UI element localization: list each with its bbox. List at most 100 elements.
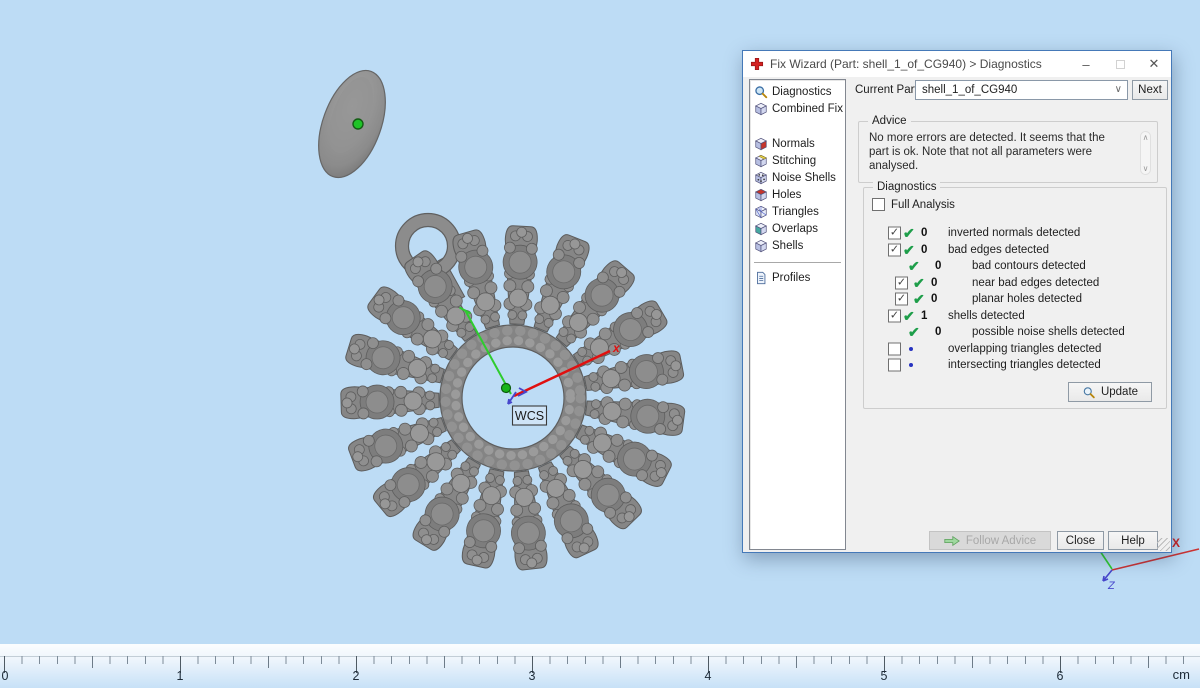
row-count: 0	[921, 227, 928, 240]
row-checkbox[interactable]: ✓	[895, 276, 908, 290]
cube-shells-icon	[754, 239, 768, 252]
sidebar-item-stitching[interactable]: Stitching	[754, 152, 845, 169]
sidebar-item-noise-shells[interactable]: Noise Shells	[754, 169, 845, 186]
sidebar-item-diagnostics[interactable]: Diagnostics	[754, 83, 845, 100]
row-label: bad contours detected	[972, 260, 1086, 273]
sidebar-label: Triangles	[772, 205, 819, 218]
row-count: 0	[935, 260, 942, 273]
blue-dot-icon	[909, 346, 913, 351]
scroll-up-icon[interactable]: ∧	[1143, 133, 1149, 142]
diagnostics-title: Diagnostics	[873, 181, 941, 193]
sidebar-item-triangles[interactable]: Triangles	[754, 203, 845, 220]
sidebar-item-overlaps[interactable]: Overlaps	[754, 220, 845, 237]
sidebar-separator	[754, 262, 841, 263]
green-check-icon: ✔	[903, 241, 915, 258]
row-label: overlapping triangles detected	[948, 342, 1102, 355]
follow-advice-button: Follow Advice	[929, 531, 1051, 550]
row-checkbox[interactable]: ✓	[888, 243, 901, 257]
sidebar-label: Profiles	[772, 271, 811, 284]
sidebar-label: Combined Fix	[772, 102, 843, 115]
pendant-model[interactable]	[340, 212, 687, 572]
follow-advice-label: Follow Advice	[965, 534, 1037, 547]
sidebar-label: Diagnostics	[772, 85, 832, 98]
current-part-label: Current Part:	[855, 84, 921, 96]
sidebar-item-shells[interactable]: Shells	[754, 237, 845, 254]
magnifier-icon	[1083, 386, 1095, 398]
origin-dot	[500, 382, 512, 394]
next-button[interactable]: Next	[1132, 80, 1168, 100]
row-count: 0	[931, 293, 938, 306]
diagnostic-row: overlapping triangles detected	[864, 341, 1166, 358]
diagnostic-row: ✓ ✔ 1 shells detected	[864, 308, 1166, 325]
sidebar-item-holes[interactable]: Holes	[754, 186, 845, 203]
row-label: planar holes detected	[972, 293, 1082, 306]
help-button[interactable]: Help	[1108, 531, 1158, 550]
advice-text: No more errors are detected. It seems th…	[869, 132, 1105, 172]
sidebar-item-normals[interactable]: Normals	[754, 135, 845, 152]
maximize-icon	[1103, 51, 1137, 77]
magnifier-icon	[755, 85, 768, 98]
diagnostic-row: ✔ 0 bad contours detected	[864, 258, 1166, 275]
cube-overlaps-icon	[754, 222, 768, 235]
full-analysis-label: Full Analysis	[891, 198, 955, 211]
sidebar-label: Noise Shells	[772, 171, 836, 184]
row-checkbox[interactable]: ✓	[888, 226, 901, 240]
chevron-down-icon: ∨	[1114, 84, 1122, 95]
row-label: intersecting triangles detected	[948, 359, 1101, 372]
row-count: 0	[931, 276, 938, 289]
full-analysis-checkbox[interactable]	[872, 198, 885, 211]
scroll-down-icon[interactable]: ∨	[1143, 164, 1149, 173]
ruler-label-4: 4	[704, 669, 712, 683]
ruler-label-5: 5	[880, 669, 888, 683]
diagnostic-row: intersecting triangles detected	[864, 357, 1166, 374]
ring-part-model[interactable]	[306, 61, 399, 186]
corner-x-axis-label: X	[1172, 536, 1180, 550]
wizard-page-list: Diagnostics Combined Fix Normals Stitchi…	[749, 79, 846, 550]
row-count: 1	[921, 309, 928, 322]
ruler: 0 1 2 3 4 5 6 cm	[0, 644, 1200, 688]
sidebar-item-profiles[interactable]: Profiles	[754, 269, 845, 286]
cube-noise-icon	[754, 171, 768, 184]
z-axis-indicator	[507, 387, 528, 405]
dialog-titlebar[interactable]: Fix Wizard (Part: shell_1_of_CG940) > Di…	[743, 51, 1171, 77]
dialog-title: Fix Wizard (Part: shell_1_of_CG940) > Di…	[770, 57, 1042, 71]
sidebar-label: Shells	[772, 239, 804, 252]
row-label: possible noise shells detected	[972, 326, 1125, 339]
green-check-icon: ✔	[903, 307, 915, 324]
row-checkbox[interactable]	[888, 358, 901, 372]
current-part-select[interactable]: shell_1_of_CG940 ∨	[915, 80, 1128, 100]
corner-z-axis-label: Z	[1107, 580, 1116, 592]
diagnostic-row: ✓ ✔ 0 inverted normals detected	[864, 225, 1166, 242]
update-button[interactable]: Update	[1068, 382, 1152, 402]
row-checkbox[interactable]: ✓	[888, 309, 901, 323]
sidebar-label: Overlaps	[772, 222, 819, 235]
advice-title: Advice	[868, 115, 911, 127]
blue-dot-icon	[909, 363, 913, 368]
green-check-icon: ✔	[913, 274, 925, 291]
x-axis-label: x	[612, 341, 621, 355]
cube-holes-icon	[754, 188, 768, 201]
current-part-value: shell_1_of_CG940	[922, 84, 1018, 96]
diagnostics-rows: ✓ ✔ 0 inverted normals detected ✓ ✔ 0 ba…	[864, 225, 1166, 374]
advice-scrollbar[interactable]: ∧ ∨	[1140, 131, 1151, 175]
minimize-icon[interactable]: –	[1069, 51, 1103, 77]
resize-grip[interactable]	[1157, 538, 1170, 551]
pendant-spokes	[340, 224, 687, 572]
row-label: inverted normals detected	[948, 227, 1081, 240]
document-icon	[757, 271, 766, 284]
ruler-label-6: 6	[1056, 669, 1064, 683]
close-icon[interactable]: ✕	[1137, 51, 1171, 77]
row-label: near bad edges detected	[972, 276, 1100, 289]
advice-groupbox: Advice No more errors are detected. It s…	[858, 115, 1158, 183]
green-arrow-icon	[944, 535, 960, 546]
green-check-icon: ✔	[908, 258, 920, 275]
ruler-label-1: 1	[176, 669, 184, 683]
sidebar-item-combined-fix[interactable]: Combined Fix	[754, 100, 845, 117]
row-checkbox[interactable]	[888, 342, 901, 356]
row-checkbox[interactable]: ✓	[895, 292, 908, 306]
ruler-label-2: 2	[352, 669, 360, 683]
row-label: bad edges detected	[948, 243, 1050, 256]
diagnostic-row: ✓ ✔ 0 planar holes detected	[864, 291, 1166, 308]
close-button[interactable]: Close	[1057, 531, 1104, 550]
diagnostic-row: ✓ ✔ 0 bad edges detected	[864, 242, 1166, 259]
